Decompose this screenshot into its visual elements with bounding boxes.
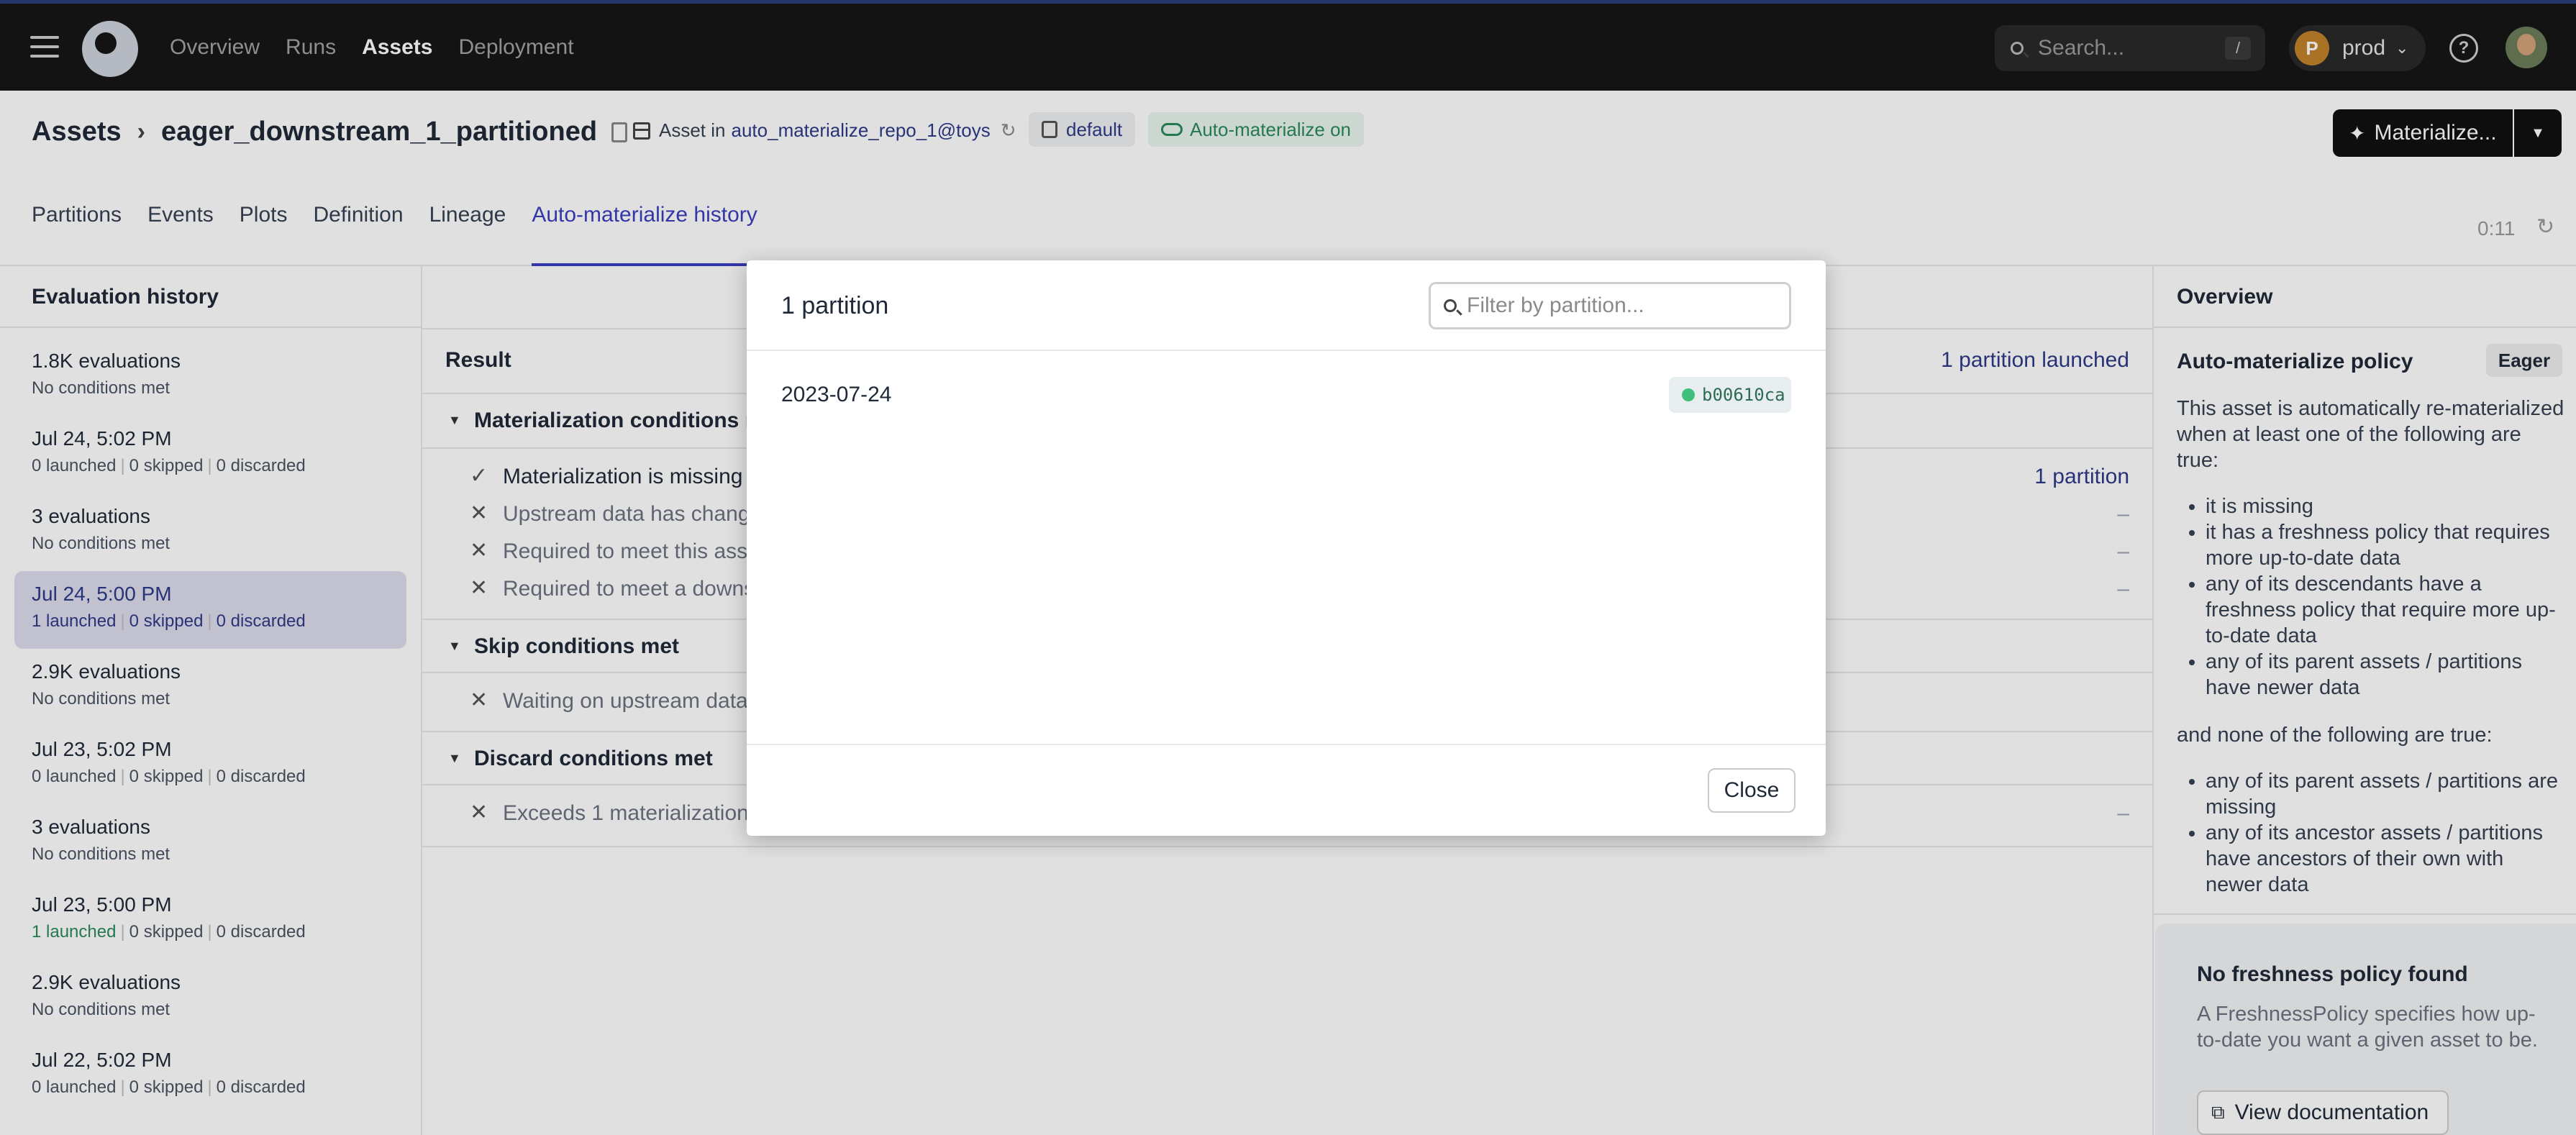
search-icon [1444,299,1457,312]
run-status-dot [1682,388,1695,401]
partition-key: 2023-07-24 [781,383,892,406]
dialog-footer: Close [747,744,1826,836]
partition-row: 2023-07-24 b00610ca [781,377,1791,413]
dialog-header: 1 partition [747,260,1826,351]
run-id: b00610ca [1702,385,1785,405]
run-tag[interactable]: b00610ca [1669,377,1791,413]
dialog-title: 1 partition [781,292,889,319]
partition-filter-input[interactable] [1467,293,1769,318]
close-button[interactable]: Close [1708,768,1796,813]
partitions-dialog: 1 partition 2023-07-24 b00610ca Close [747,260,1826,836]
partition-filter[interactable] [1429,282,1791,329]
